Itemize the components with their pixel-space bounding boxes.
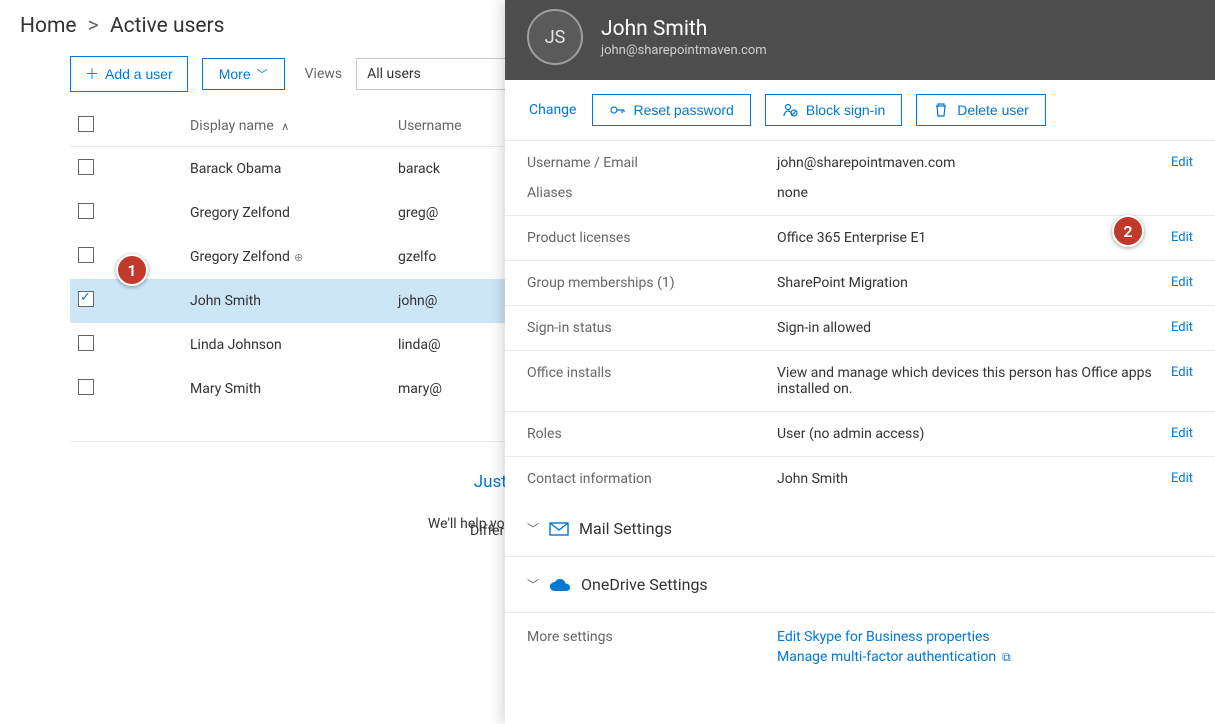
detail-value: SharePoint Migration [777, 275, 1171, 291]
block-user-icon [782, 102, 798, 118]
chevron-down-icon: ﹀ [527, 520, 539, 537]
detail-label: Aliases [527, 185, 777, 201]
add-user-button[interactable]: ＋ Add a user [70, 56, 188, 92]
detail-row-groups: Group memberships (1)SharePoint Migratio… [505, 261, 1215, 306]
user-display-name: Gregory Zelfond⊕ [110, 235, 390, 279]
more-settings-row: More settings Edit Skype for Business pr… [505, 613, 1215, 681]
manage-mfa-link[interactable]: Manage multi-factor authentication ⧉ [777, 649, 1011, 665]
external-link-icon: ⧉ [1002, 650, 1011, 665]
user-display-name: Gregory Zelfond [110, 191, 390, 235]
panel-actions: Change Reset password Block sign-in [505, 80, 1215, 141]
detail-row-signin: Sign-in statusSign-in allowedEdit [505, 306, 1215, 351]
panel-title: John Smith [601, 17, 767, 41]
detail-value: User (no admin access) [777, 426, 1171, 442]
edit-link[interactable]: Edit [1171, 155, 1193, 170]
views-select[interactable]: All users [356, 58, 506, 90]
row-checkbox[interactable] [78, 247, 94, 263]
breadcrumb-current: Active users [110, 14, 225, 38]
detail-label: Roles [527, 426, 777, 442]
panel-subtitle: john@sharepointmaven.com [601, 43, 767, 58]
trash-icon [933, 102, 949, 118]
detail-row-roles: RolesUser (no admin access)Edit [505, 412, 1215, 457]
user-display-name: John Smith [110, 279, 390, 323]
row-checkbox[interactable] [78, 159, 94, 175]
column-display-name-label: Display name [190, 118, 274, 134]
onedrive-settings-label: OneDrive Settings [581, 575, 708, 594]
change-link[interactable]: Change [527, 98, 578, 122]
detail-value: none [777, 185, 1171, 201]
more-button[interactable]: More ﹀ [202, 58, 285, 90]
detail-row-aliases: AliasesnoneEdit [505, 185, 1215, 216]
edit-link[interactable]: Edit [1171, 275, 1193, 290]
detail-value: Sign-in allowed [777, 320, 1171, 336]
user-display-name: Mary Smith [110, 367, 390, 411]
status-icon: ⊕ [294, 251, 303, 264]
add-user-label: Add a user [105, 66, 173, 82]
mail-settings-label: Mail Settings [579, 519, 672, 538]
detail-row-contact: Contact informationJohn SmithEdit [505, 457, 1215, 501]
detail-label: Product licenses [527, 230, 777, 246]
row-checkbox[interactable] [78, 379, 94, 395]
user-display-name: Linda Johnson [110, 323, 390, 367]
delete-user-label: Delete user [957, 102, 1029, 118]
edit-link[interactable]: Edit [1171, 471, 1193, 486]
manage-mfa-label: Manage multi-factor authentication [777, 649, 996, 665]
panel-header: JS John Smith john@sharepointmaven.com [505, 0, 1215, 80]
user-display-name: Barack Obama [110, 147, 390, 192]
detail-value: john@sharepointmaven.com [777, 155, 1171, 171]
chevron-down-icon: ﹀ [527, 576, 539, 593]
delete-user-button[interactable]: Delete user [916, 94, 1046, 126]
onedrive-settings-section[interactable]: ﹀ OneDrive Settings [505, 557, 1215, 613]
mail-settings-section[interactable]: ﹀ Mail Settings [505, 501, 1215, 557]
onedrive-icon [549, 577, 571, 593]
detail-value: View and manage which devices this perso… [777, 365, 1171, 397]
detail-label: Group memberships (1) [527, 275, 777, 291]
row-checkbox[interactable] [78, 335, 94, 351]
views-label: Views [305, 66, 343, 82]
row-checkbox[interactable] [78, 291, 94, 307]
row-checkbox[interactable] [78, 203, 94, 219]
key-icon [609, 102, 625, 118]
edit-skype-link[interactable]: Edit Skype for Business properties [777, 629, 1011, 645]
sort-ascending-icon: ∧ [281, 120, 289, 133]
breadcrumb-root[interactable]: Home [20, 14, 77, 38]
breadcrumb-separator: > [82, 14, 105, 38]
chevron-down-icon: ﹀ [257, 66, 268, 82]
detail-value: John Smith [777, 471, 1171, 487]
edit-link[interactable]: Edit [1171, 230, 1193, 245]
block-signin-button[interactable]: Block sign-in [765, 94, 902, 126]
block-signin-label: Block sign-in [806, 102, 885, 118]
avatar: JS [527, 9, 583, 65]
more-settings-label: More settings [527, 629, 777, 665]
detail-label: Office installs [527, 365, 777, 381]
detail-label: Contact information [527, 471, 777, 487]
detail-label: Sign-in status [527, 320, 777, 336]
edit-link[interactable]: Edit [1171, 365, 1193, 380]
select-all-checkbox[interactable] [78, 116, 94, 132]
plus-icon: ＋ [85, 64, 99, 84]
callout-badge-2: 2 [1112, 215, 1144, 247]
reset-password-button[interactable]: Reset password [592, 94, 750, 126]
mail-icon [549, 521, 569, 537]
detail-row-licenses: Product licensesOffice 365 Enterprise E1… [505, 216, 1215, 261]
column-display-name[interactable]: Display name ∧ [110, 106, 390, 147]
edit-link[interactable]: Edit [1171, 320, 1193, 335]
detail-row-username: Username / Emailjohn@sharepointmaven.com… [505, 141, 1215, 185]
more-label: More [219, 66, 251, 82]
user-detail-panel: JS John Smith john@sharepointmaven.com C… [505, 0, 1215, 724]
reset-password-label: Reset password [633, 102, 733, 118]
callout-badge-1: 1 [116, 254, 148, 286]
edit-link[interactable]: Edit [1171, 426, 1193, 441]
detail-label: Username / Email [527, 155, 777, 171]
detail-row-installs: Office installsView and manage which dev… [505, 351, 1215, 412]
